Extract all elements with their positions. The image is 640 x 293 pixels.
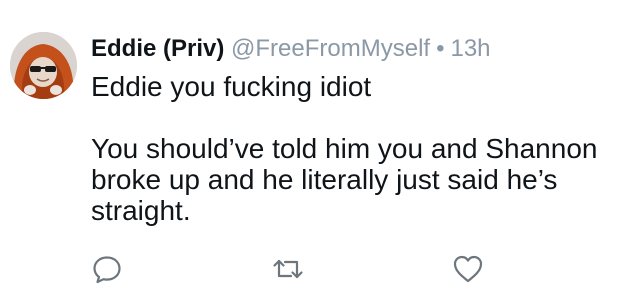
action-bar (0, 252, 640, 286)
tweet-header: Eddie (Priv) @FreeFromMyself • 13h (91, 34, 491, 64)
retweet-button[interactable] (271, 252, 305, 286)
author-name[interactable]: Eddie (Priv) (91, 35, 224, 62)
separator-dot: • (436, 35, 445, 62)
tweet-card[interactable]: Eddie (Priv) @FreeFromMyself • 13h Eddie y… (0, 0, 640, 293)
tweet-text: Eddie you fucking idiot You should’ve to… (91, 71, 631, 226)
timestamp[interactable]: 13h (450, 35, 490, 62)
tweet-text-paragraph: You should’ve told him you and Shannon b… (91, 133, 598, 226)
heart-outline-icon (453, 255, 483, 283)
avatar-image (10, 32, 77, 99)
like-button[interactable] (451, 252, 485, 286)
tweet-text-line: Eddie you fucking idiot (91, 71, 372, 102)
retweet-arrows-icon (273, 259, 303, 279)
avatar[interactable] (10, 32, 77, 99)
author-handle[interactable]: @FreeFromMyself (231, 35, 430, 62)
speech-bubble-icon (93, 256, 121, 284)
reply-button[interactable] (90, 252, 124, 286)
